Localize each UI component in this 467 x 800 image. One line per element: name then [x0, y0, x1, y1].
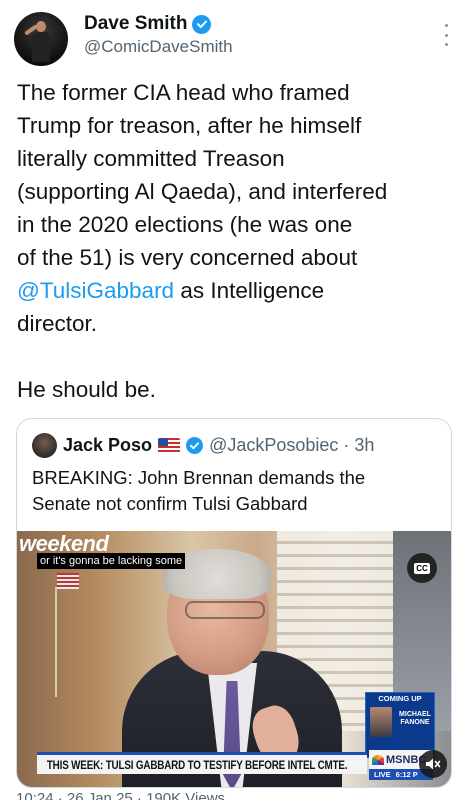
peacock-icon: [372, 754, 384, 765]
video-caption: or it's gonna be lacking some: [37, 553, 186, 569]
quoted-tweet-line: Senate not confirm Tulsi Gabbard: [32, 493, 308, 514]
tweet-line: in the 2020 elections (he was one: [17, 212, 353, 237]
tweet-line-with-mention: @TulsiGabbard as Intelligence: [17, 274, 447, 307]
coming-up-thumbnail: [370, 707, 392, 737]
tweet-meta: 10:24 · 26 Jan 25 · 190K Views: [16, 790, 226, 800]
coming-up-label: COMING UP: [378, 694, 422, 703]
us-flag-icon: [158, 438, 181, 453]
tweet-line: He should be.: [17, 377, 156, 402]
live-time: 6:12 P: [395, 770, 418, 779]
chyron-text: THIS WEEK: TULSI GABBARD TO TESTIFY BEFO…: [46, 757, 348, 772]
author-name-block: Dave Smith @ComicDaveSmith: [84, 13, 233, 57]
author-display-name-row[interactable]: Dave Smith: [84, 13, 233, 35]
speaker-muted-icon: [426, 758, 441, 770]
tweet-line: The former CIA head who framed: [17, 80, 350, 105]
verified-badge-icon: [192, 14, 212, 34]
quoted-author-handle-time[interactable]: @JackPosobiec · 3h: [209, 435, 374, 456]
coming-up-box: COMING UP MICHAEL FANONE: [365, 692, 435, 758]
quoted-author-name[interactable]: Jack Poso: [63, 435, 152, 456]
quoted-tweet-line: BREAKING: John Brennan demands the: [32, 467, 366, 488]
avatar-figure-body: [32, 32, 50, 62]
tweet-line: literally committed Treason: [17, 146, 285, 171]
video-player[interactable]: weekend or it's gonna be lacking some CC…: [17, 531, 451, 787]
tweet-line: Trump for treason, after he himself: [17, 113, 362, 138]
quoted-tweet-card[interactable]: Jack Poso @JackPosobiec · 3h BREAKING: J…: [16, 418, 452, 788]
tweet-header: Dave Smith @ComicDaveSmith: [14, 12, 457, 68]
tweet-line: (supporting Al Qaeda), and interfered: [17, 179, 388, 204]
background-flag: [57, 573, 79, 589]
quoted-tweet-header: Jack Poso @JackPosobiec · 3h: [32, 433, 374, 458]
mention-link[interactable]: @TulsiGabbard: [17, 278, 174, 303]
author-avatar[interactable]: [14, 12, 68, 66]
author-display-name[interactable]: Dave Smith: [84, 13, 187, 35]
verified-badge-icon: [186, 437, 204, 454]
closed-captions-button[interactable]: CC: [407, 553, 437, 583]
quoted-author-avatar[interactable]: [32, 433, 57, 458]
background-flag-pole: [55, 587, 57, 697]
tweet-body: The former CIA head who framed Trump for…: [17, 76, 447, 406]
coming-up-name: MICHAEL FANONE: [399, 711, 431, 726]
tweet-line: director.: [17, 311, 98, 336]
news-chyron: THIS WEEK: TULSI GABBARD TO TESTIFY BEFO…: [37, 752, 367, 774]
author-handle[interactable]: @ComicDaveSmith: [84, 37, 233, 57]
cc-icon: CC: [414, 562, 430, 574]
live-label: LIVE: [374, 770, 391, 779]
quoted-tweet-text: BREAKING: John Brennan demands the Senat…: [32, 465, 442, 517]
mute-button[interactable]: [419, 750, 447, 778]
tweet-line: of the 51) is very concerned about: [17, 245, 358, 270]
person-glasses: [185, 601, 265, 619]
more-options-icon[interactable]: [443, 24, 449, 46]
tweet-line-tail: as Intelligence: [174, 278, 325, 303]
